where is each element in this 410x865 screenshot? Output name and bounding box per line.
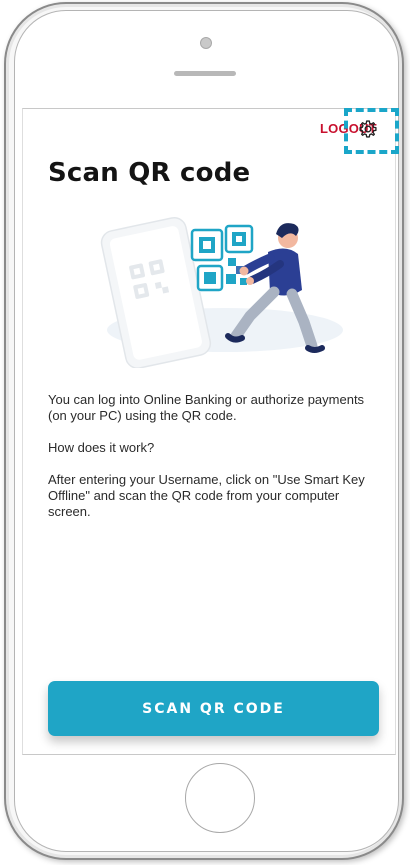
scan-qr-code-button[interactable]: SCAN QR CODE — [48, 681, 379, 736]
front-camera — [200, 37, 212, 49]
earpiece-speaker — [174, 71, 236, 76]
how-it-works-heading: How does it work? — [48, 440, 155, 455]
instructions-paragraph: After entering your Username, click on "… — [48, 472, 365, 519]
app-screen — [22, 108, 396, 755]
home-button[interactable] — [185, 763, 255, 833]
app-screenshot: LOGOUT Scan QR code You can log into Onl… — [0, 0, 410, 865]
intro-paragraph: You can log into Online Banking or autho… — [48, 392, 365, 423]
qr-scan-illustration — [100, 217, 343, 368]
page-title: Scan QR code — [48, 158, 251, 188]
gear-icon[interactable] — [358, 119, 378, 139]
